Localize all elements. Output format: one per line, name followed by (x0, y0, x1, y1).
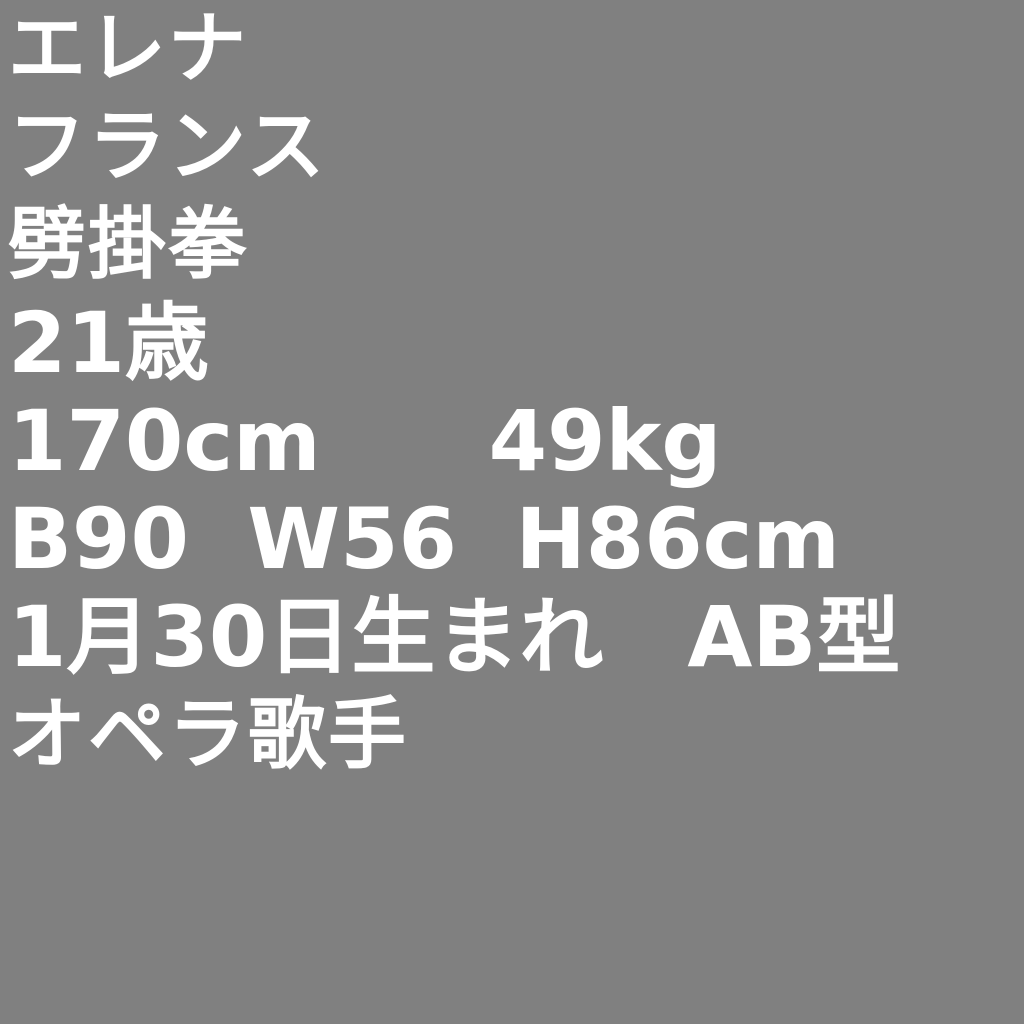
character-occupation: オペラ歌手 (8, 690, 409, 780)
character-measurements: B90 W56 H86cm (8, 490, 840, 588)
character-fighting-style: 劈掛拳 (8, 200, 249, 290)
character-age: 21歳 (8, 294, 209, 392)
character-birthday-blood-type: 1月30日生まれ AB型 (8, 588, 901, 686)
character-height-weight: 170cm 49kg (8, 392, 722, 490)
character-name: エレナ (8, 4, 249, 94)
character-country: フランス (8, 102, 327, 192)
character-profile: エレナ フランス 劈掛拳 21歳 170cm 49kg B90 W56 H86c… (8, 0, 1018, 784)
